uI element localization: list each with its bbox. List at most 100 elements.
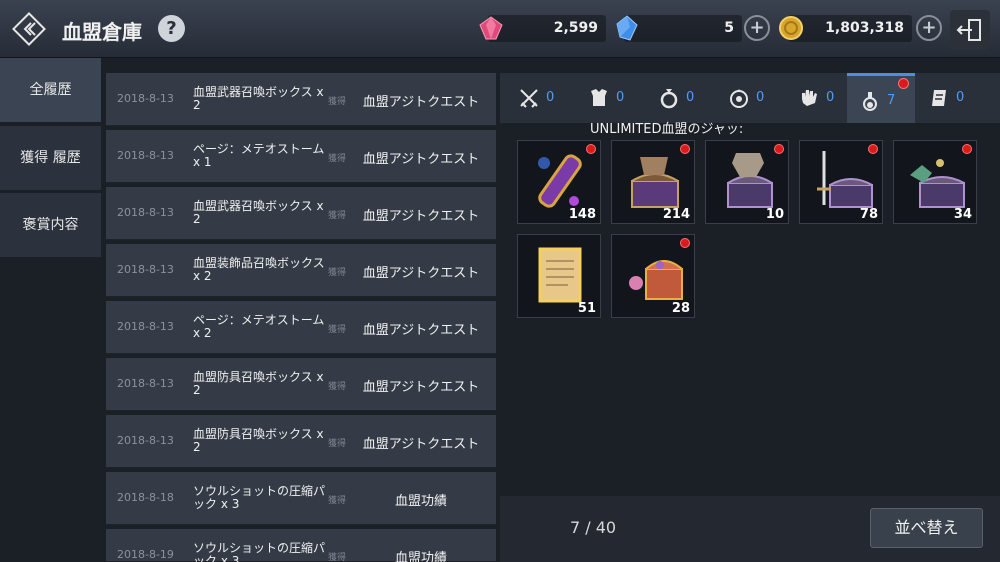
back-button[interactable] (10, 10, 48, 48)
crystal-currency: 5 (616, 15, 742, 42)
exit-button[interactable] (950, 10, 990, 50)
inventory-slot[interactable]: 34 (893, 140, 977, 224)
history-row: 2018-8-13 血盟武器召喚ボックス x 2 獲得 血盟アジトクエスト (106, 187, 496, 240)
history-source: 血盟アジトクエスト (362, 323, 480, 338)
potion-icon (863, 92, 877, 111)
tab-armor[interactable]: 0 (576, 73, 644, 123)
hand-icon (802, 90, 817, 106)
blue-crystal-icon (616, 15, 638, 41)
history-row: 2018-8-19 ソウルショットの圧縮パック x 3 獲得 血盟功績 (106, 529, 496, 562)
inventory-slot[interactable]: 10 (705, 140, 789, 224)
sort-button[interactable]: 並べ替え (870, 508, 983, 548)
history-row: 2018-8-13 血盟防具召喚ボックス x 2 獲得 血盟アジトクエスト (106, 358, 496, 411)
history-row: 2018-8-13 ページ：メテオストーム x 2 獲得 血盟アジトクエスト (106, 301, 496, 354)
item-count: 51 (577, 301, 596, 316)
add-crystal-button[interactable]: + (744, 15, 770, 41)
history-item: 血盟装飾品召喚ボックス x 2 (193, 256, 325, 283)
new-badge (680, 144, 690, 154)
category-count: 0 (686, 90, 695, 105)
category-count: 7 (887, 93, 896, 108)
item-count: 34 (953, 207, 972, 222)
crossed-swords-icon (520, 89, 538, 108)
history-date: 2018-8-13 (117, 206, 174, 219)
history-date: 2018-8-13 (117, 320, 174, 333)
new-badge (868, 144, 878, 154)
tab-consumables[interactable]: 7 (847, 73, 915, 123)
history-item: ソウルショットの圧縮パック x 3 (193, 541, 326, 562)
inventory-owner-label: UNLIMITED血盟のジャッ: (590, 122, 744, 137)
item-count: 78 (859, 207, 878, 222)
history-row: 2018-8-13 血盟武器召喚ボックス x 2 獲得 血盟アジトクエスト (106, 73, 496, 126)
inventory-slot[interactable]: 214 (611, 140, 695, 224)
inventory-slot[interactable]: 78 (799, 140, 883, 224)
history-date: 2018-8-13 (117, 92, 174, 105)
history-source: 血盟アジトクエスト (362, 437, 480, 452)
category-count: 0 (756, 90, 765, 105)
ruby-currency: 2,599 (479, 15, 606, 42)
history-item: ソウルショットの圧縮パック x 3 (193, 484, 326, 511)
page-title: 血盟倉庫 (62, 20, 142, 44)
capacity-count: 7 / 40 (570, 518, 617, 537)
ruby-icon (479, 16, 503, 40)
inventory-slot[interactable]: 28 (611, 234, 695, 318)
history-source: 血盟アジトクエスト (362, 95, 480, 110)
category-count: 0 (546, 90, 555, 105)
history-date: 2018-8-13 (117, 263, 174, 276)
tab-weapons[interactable]: 0 (506, 73, 574, 123)
tab-scrolls[interactable]: 0 (916, 73, 984, 123)
gem-orb-icon (730, 89, 748, 108)
history-row: 2018-8-18 ソウルショットの圧縮パック x 3 獲得 血盟功績 (106, 472, 496, 525)
history-source: 血盟功績 (394, 551, 447, 562)
history-tag: 獲得 (328, 553, 347, 562)
top-bar: 血盟倉庫 ? 2,599 5 + 1,803,318 + (0, 0, 1000, 58)
crystal-count: 5 (724, 20, 734, 36)
gold-count: 1,803,318 (825, 20, 904, 36)
history-date: 2018-8-19 (117, 548, 174, 561)
tab-acquired-history[interactable]: 獲得 履歴 (0, 126, 101, 191)
item-count: 148 (568, 207, 596, 222)
tab-all-history[interactable]: 全履歴 (0, 58, 101, 123)
history-row: 2018-8-13 血盟装飾品召喚ボックス x 2 獲得 血盟アジトクエスト (106, 244, 496, 297)
item-count: 214 (662, 207, 690, 222)
history-item: 血盟防具召喚ボックス x 2 (193, 370, 324, 397)
history-source: 血盟功績 (394, 494, 447, 509)
history-item: 血盟防具召喚ボックス x 2 (193, 427, 324, 454)
gold-currency: 1,803,318 (779, 15, 912, 42)
add-gold-button[interactable]: + (916, 15, 942, 41)
new-badge (898, 78, 909, 89)
history-tag: 獲得 (328, 97, 347, 107)
history-source: 血盟アジトクエスト (362, 266, 480, 281)
tab-gems[interactable]: 0 (716, 73, 784, 123)
gold-coin-icon (779, 16, 803, 40)
item-count: 28 (671, 301, 690, 316)
help-button[interactable]: ? (158, 15, 185, 42)
new-badge (774, 144, 784, 154)
category-count: 0 (616, 90, 625, 105)
history-date: 2018-8-13 (117, 434, 174, 447)
history-date: 2018-8-13 (117, 377, 174, 390)
history-tag: 獲得 (328, 382, 347, 392)
inventory-footer: 7 / 40 並べ替え (500, 496, 1000, 562)
history-date: 2018-8-18 (117, 491, 174, 504)
ring-icon (660, 89, 678, 109)
tab-reward-contents[interactable]: 褒賞内容 (0, 193, 101, 258)
history-item: ページ：メテオストーム x 2 (193, 313, 325, 340)
category-count: 0 (956, 90, 965, 105)
history-tag: 獲得 (328, 325, 347, 335)
history-source: 血盟アジトクエスト (362, 380, 480, 395)
history-row: 2018-8-13 ページ：メテオストーム x 1 獲得 血盟アジトクエスト (106, 130, 496, 183)
item-count: 10 (765, 207, 784, 222)
inventory-slot[interactable]: 51 (517, 234, 601, 318)
history-source: 血盟アジトクエスト (362, 209, 480, 224)
history-tag: 獲得 (328, 496, 347, 506)
tab-rings[interactable]: 0 (646, 73, 714, 123)
history-tag: 獲得 (328, 154, 347, 164)
new-badge (680, 238, 690, 248)
tab-gloves[interactable]: 0 (786, 73, 854, 123)
history-item: 血盟武器召喚ボックス x 2 (193, 199, 324, 226)
back-arrow-icon (12, 12, 46, 46)
history-date: 2018-8-13 (117, 149, 174, 162)
inventory-slot[interactable]: 148 (517, 140, 601, 224)
category-tab-bar: 0 0 0 0 0 7 0 (500, 73, 1000, 123)
new-badge (586, 144, 596, 154)
